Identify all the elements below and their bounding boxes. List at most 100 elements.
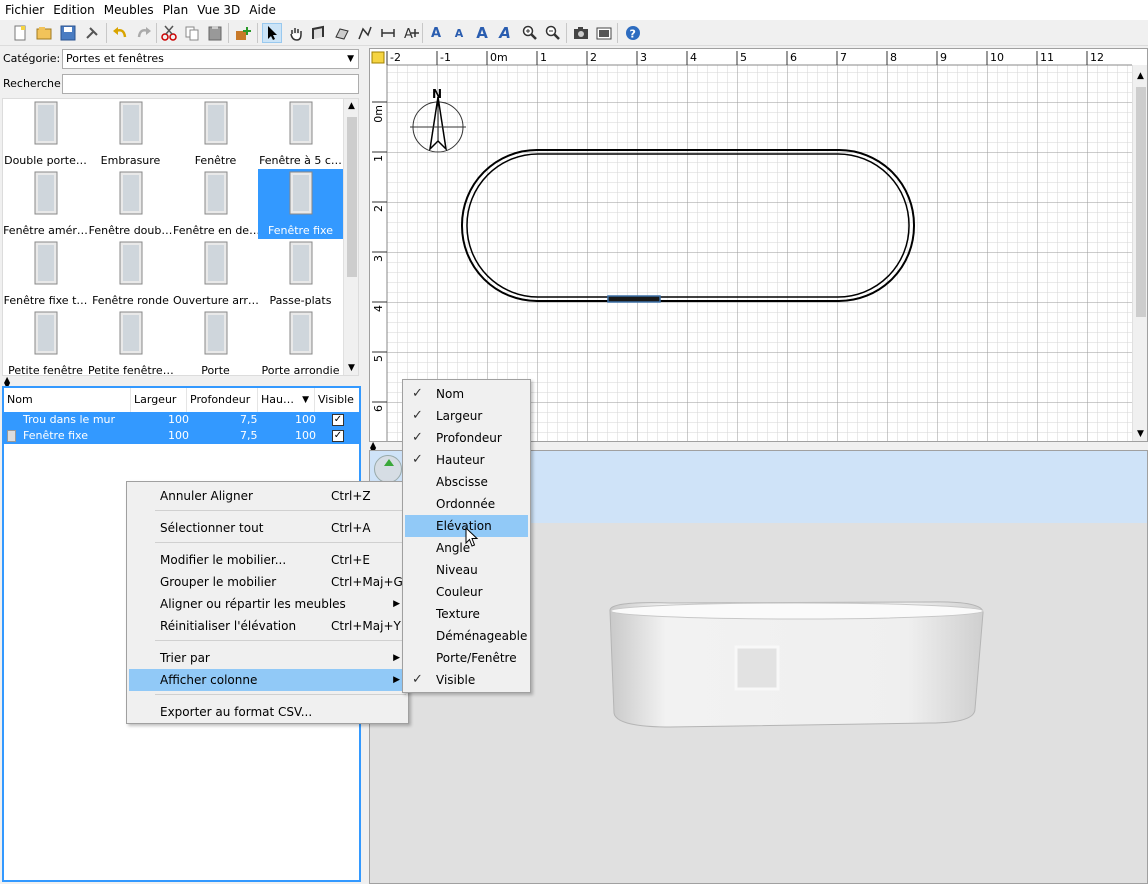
catalog-item[interactable]: Petite fenêtre… [88,309,173,375]
scroll-up-icon[interactable]: ▲ [348,101,355,111]
save-icon[interactable] [58,23,78,43]
catalog-item-thumbnail [29,311,63,357]
submenu-item[interactable]: Texture [405,603,528,625]
ruler-x-label: 9 [940,51,947,64]
catalog-item[interactable]: Fenêtre amér… [3,169,88,239]
menu-selectionner-tout[interactable]: Sélectionner tout Ctrl+A [129,517,406,539]
menu-aligner-repartir[interactable]: Aligner ou répartir les meubles ▶ [129,593,406,615]
create-polylines-icon[interactable] [355,23,375,43]
create-dimensions-icon[interactable] [378,23,398,43]
column-header-nom[interactable]: Nom [4,388,131,412]
copy-icon[interactable] [182,23,202,43]
submenu-item[interactable]: ✓ Hauteur [405,449,528,471]
category-select[interactable]: Portes et fenêtres ▼ [62,49,359,69]
menu-annuler-aligner[interactable]: Annuler Aligner Ctrl+Z [129,485,406,507]
bold-text-icon[interactable]: A [472,23,492,43]
submenu-item-label: Elévation [436,519,492,533]
menu-plan[interactable]: Plan [158,0,193,20]
window-in-plan[interactable] [607,295,661,303]
catalog-item[interactable]: Porte arrondie [258,309,343,375]
photo-icon[interactable] [571,23,591,43]
submenu-item[interactable]: ✓ Largeur [405,405,528,427]
select-mode-icon[interactable] [262,23,282,43]
table-row[interactable]: Fenêtre fixe 100 7,5 100 ✓ [4,428,359,444]
catalog-scrollbar[interactable]: ▲ ▼ [343,99,358,375]
submenu-item-label: Profondeur [436,431,502,445]
submenu-item[interactable]: Niveau [405,559,528,581]
catalog-item[interactable]: Double porte… [3,99,88,169]
column-header-profondeur[interactable]: Profondeur [187,388,258,412]
catalog-item[interactable]: Petite fenêtre [3,309,88,375]
help-icon[interactable]: ? [623,23,643,43]
menu-meubles[interactable]: Meubles [99,0,158,20]
catalog-item[interactable]: Fenêtre à 5 c… [258,99,343,169]
add-text-icon[interactable]: A [401,23,421,43]
catalog-item-label: Double porte… [4,154,87,167]
paste-icon[interactable] [205,23,225,43]
catalog-item[interactable]: Fenêtre doub… [88,169,173,239]
menu-trier-par[interactable]: Trier par ▶ [129,647,406,669]
menu-modifier-mobilier[interactable]: Modifier le mobilier... Ctrl+E [129,549,406,571]
catalog-scroll-thumb[interactable] [347,117,357,277]
create-rooms-icon[interactable] [332,23,352,43]
menu-aide[interactable]: Aide [244,0,280,20]
column-header-largeur[interactable]: Largeur [131,388,187,412]
scroll-down-icon[interactable]: ▼ [1137,429,1144,439]
submenu-item[interactable]: Déménageable [405,625,528,647]
text-style-icon[interactable]: A [426,23,446,43]
catalog-item[interactable]: Passe-plats [258,239,343,309]
catalog-item[interactable]: Fenêtre fixe t… [3,239,88,309]
submenu-item[interactable]: ✓ Nom [405,383,528,405]
redo-icon[interactable] [134,23,154,43]
text-size-icon[interactable]: A [449,23,469,43]
catalog-item[interactable]: Fenêtre en de… [173,169,258,239]
menu-vue3d[interactable]: Vue 3D [192,0,244,20]
submenu-item[interactable]: Abscisse [405,471,528,493]
italic-text-icon[interactable]: A [495,23,515,43]
zoom-in-icon[interactable] [520,23,540,43]
column-header-hauteur[interactable]: Hau… ▼ [258,388,315,412]
search-input[interactable] [62,74,359,94]
scroll-down-icon[interactable]: ▼ [348,363,355,373]
undo-icon[interactable] [110,23,130,43]
catalog-item[interactable]: Fenêtre fixe [258,169,343,239]
menu-edition[interactable]: Edition [48,0,99,20]
open-file-icon[interactable] [34,23,54,43]
menu-fichier[interactable]: Fichier [0,0,48,20]
scroll-up-icon[interactable]: ▲ [1137,71,1144,81]
catalog-item[interactable]: Fenêtre ronde [88,239,173,309]
catalog-item[interactable]: Embrasure [88,99,173,169]
zoom-out-icon[interactable] [543,23,563,43]
column-header-visible[interactable]: Visible [315,388,359,412]
table-row[interactable]: Trou dans le mur 100 7,5 100 ✓ [4,412,359,428]
row-width: 100 [168,429,189,442]
preferences-icon[interactable] [82,23,102,43]
ruler-x-label: 11 [1040,51,1054,64]
submenu-item[interactable]: ✓ Visible [405,669,528,691]
catalog-item[interactable]: Porte [173,309,258,375]
add-furniture-icon[interactable] [233,23,253,43]
menu-exporter-csv[interactable]: Exporter au format CSV... [129,701,406,723]
menu-grouper-mobilier[interactable]: Grouper le mobilier Ctrl+Maj+G [129,571,406,593]
create-walls-icon[interactable] [309,23,329,43]
submenu-item[interactable]: Porte/Fenêtre [405,647,528,669]
video-icon[interactable] [594,23,614,43]
category-value: Portes et fenêtres [66,52,164,65]
plan-scrollbar[interactable]: ▲ ▼ [1132,65,1147,441]
submenu-item[interactable]: ✓ Profondeur [405,427,528,449]
catalog-item-thumbnail [29,101,63,147]
catalog-item-label: Fenêtre [194,154,237,167]
new-file-icon[interactable] [10,23,30,43]
visible-checkbox[interactable]: ✓ [332,430,344,442]
visible-checkbox[interactable]: ✓ [332,414,344,426]
submenu-item[interactable]: Couleur [405,581,528,603]
menu-afficher-colonne[interactable]: Afficher colonne ▶ [129,669,406,691]
pan-mode-icon[interactable] [286,23,306,43]
plan-scroll-thumb[interactable] [1136,87,1146,317]
cut-icon[interactable] [159,23,179,43]
menu-reinitialiser-elevation[interactable]: Réinitialiser l'élévation Ctrl+Maj+Y [129,615,406,637]
catalog-item[interactable]: Ouverture arr… [173,239,258,309]
submenu-item[interactable]: Ordonnée [405,493,528,515]
catalog-item-thumbnail [199,311,233,357]
catalog-item[interactable]: Fenêtre [173,99,258,169]
